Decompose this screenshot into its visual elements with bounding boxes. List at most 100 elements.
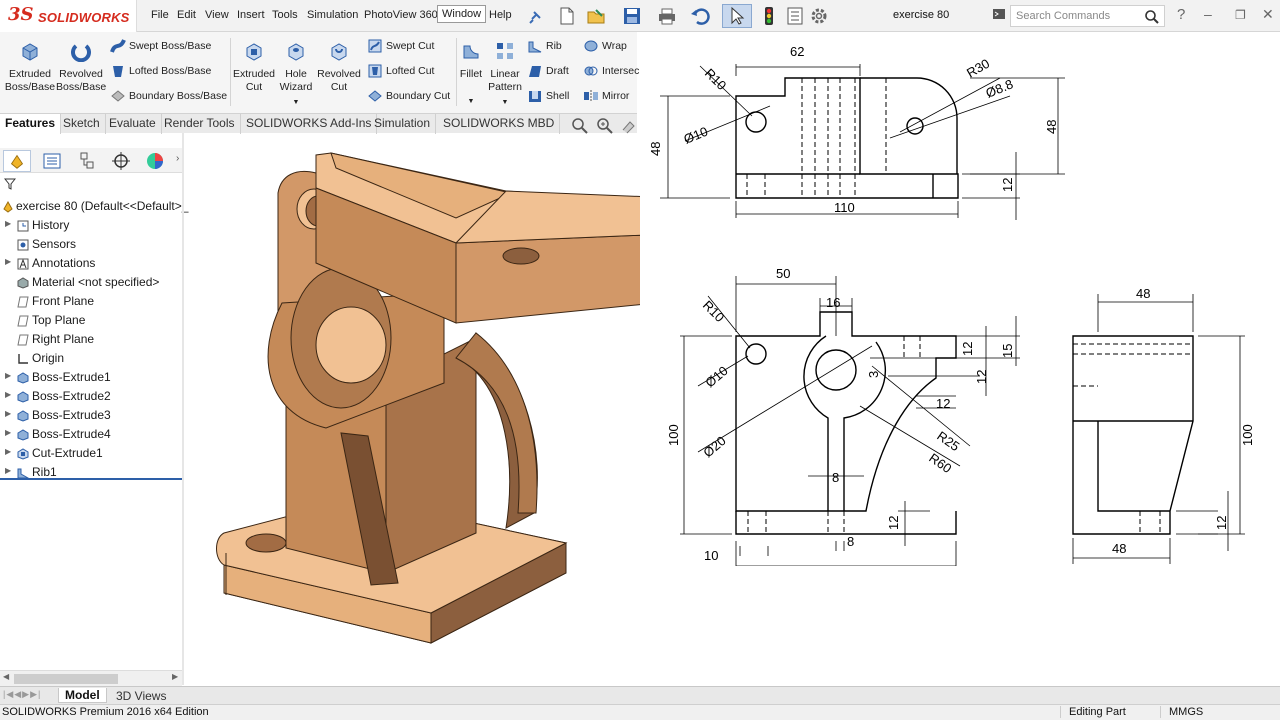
swept-cut-button[interactable]: Swept Cut [367,38,434,54]
extruded-cut-button[interactable]: Extruded Cut [233,40,275,94]
expand-caret-icon[interactable]: ▶ [5,371,11,380]
property-manager-tab-icon[interactable] [38,150,66,172]
tab-3d-views[interactable]: 3D Views [116,689,166,703]
tab-features[interactable]: Features [0,114,62,134]
close-icon[interactable]: ✕ [1262,6,1274,23]
intersect-button[interactable]: Intersec [583,63,639,79]
feature-manager-tab-icon[interactable] [3,150,31,172]
hole-wizard-button[interactable]: Hole Wizard ▼ [277,40,315,109]
zoom-to-fit-icon[interactable] [570,116,590,134]
tree-item-front-plane[interactable]: Front Plane [0,293,182,311]
sheet-nav-icon[interactable]: |◀◀▶▶| [3,689,41,700]
rollback-bar[interactable] [0,478,182,480]
tree-item-boss-extrude2[interactable]: ▶ Boss-Extrude2 [0,388,182,406]
tab-sketch[interactable]: Sketch [58,114,106,134]
tree-item-top-plane[interactable]: Top Plane [0,312,182,330]
tree-item-history[interactable]: ▶ History [0,217,182,235]
filter-icon[interactable] [4,178,16,190]
panel-splitter[interactable] [182,133,184,685]
tree-item-material[interactable]: Material <not specified> [0,274,182,292]
menu-window[interactable]: Window [437,5,487,23]
menu-insert[interactable]: Insert [237,9,265,21]
expand-caret-icon[interactable]: ▶ [5,409,11,418]
file-properties-icon[interactable] [784,6,806,26]
fillet-dropdown-icon[interactable]: ▼ [458,95,484,108]
linear-pattern-button[interactable]: Linear Pattern ▼ [486,40,524,109]
tree-item-boss-extrude4[interactable]: ▶ Boss-Extrude4 [0,426,182,444]
tab-evaluate[interactable]: Evaluate [104,114,162,134]
draft-button[interactable]: Draft [527,63,569,79]
rebuild-icon[interactable] [758,6,780,26]
menu-file[interactable]: File [151,9,169,21]
history-icon [17,220,29,232]
menu-help[interactable]: Help [489,9,512,21]
expand-caret-icon[interactable]: ▶ [5,390,11,399]
scroll-right-icon[interactable]: ▶ [172,672,178,681]
help-icon[interactable]: ? [1177,6,1185,23]
configuration-manager-tab-icon[interactable] [73,150,101,172]
part-3d-model[interactable] [216,152,697,644]
scroll-thumb[interactable] [14,674,118,684]
status-units[interactable]: MMGS [1160,706,1203,718]
extruded-boss-button[interactable]: Extruded Boss/Base [4,40,56,94]
shell-button[interactable]: Shell [527,88,569,104]
dimxpert-tab-icon[interactable] [107,150,135,172]
select-cursor-icon[interactable] [726,6,748,26]
tab-simulation[interactable]: Simulation [369,114,437,134]
menu-edit[interactable]: Edit [177,9,196,21]
fillet-button[interactable]: Fillet ▼ [458,40,484,108]
minimize-icon[interactable]: – [1204,6,1212,22]
revolved-boss-line2: Boss/Base [56,81,107,93]
menu-simulation[interactable]: Simulation [307,9,358,21]
restore-icon[interactable]: ❐ [1235,8,1246,22]
revolved-cut-button[interactable]: Revolved Cut [317,40,361,94]
tab-model[interactable]: Model [58,688,107,703]
menu-view[interactable]: View [205,9,229,21]
search-commands-input[interactable]: Search Commands [1010,5,1165,27]
hole-wizard-dropdown-icon[interactable]: ▼ [277,96,315,109]
tree-item-origin[interactable]: Origin [0,350,182,368]
lofted-cut-button[interactable]: Lofted Cut [367,63,434,79]
zoom-to-area-icon[interactable] [595,116,615,134]
display-manager-tab-icon[interactable] [141,150,169,172]
expand-caret-icon[interactable]: ▶ [5,466,11,475]
boundary-cut-button[interactable]: Boundary Cut [367,88,450,104]
expand-caret-icon[interactable]: ▶ [5,428,11,437]
tab-mbd[interactable]: SOLIDWORKS MBD [438,114,561,134]
print-icon[interactable] [656,6,678,26]
linear-pattern-dropdown-icon[interactable]: ▼ [486,96,524,109]
expand-caret-icon[interactable]: ▶ [5,447,11,456]
tab-addins[interactable]: SOLIDWORKS Add-Ins [241,114,378,134]
rib-button[interactable]: Rib [527,38,562,54]
tree-item-sensors[interactable]: Sensors [0,236,182,254]
tree-item-boss-extrude1[interactable]: ▶ Boss-Extrude1 [0,369,182,387]
tree-item-annotations[interactable]: ▶ Annotations [0,255,182,273]
save-icon[interactable] [621,6,643,26]
menu-photoview[interactable]: PhotoView 360 [364,9,438,21]
tree-item-cut-extrude1[interactable]: ▶ Cut-Extrude1 [0,445,182,463]
swept-boss-button[interactable]: Swept Boss/Base [110,38,211,54]
search-icon[interactable] [1144,9,1160,25]
expand-caret-icon[interactable]: ▶ [5,257,11,266]
tree-item-right-plane[interactable]: Right Plane [0,331,182,349]
options-gear-icon[interactable] [808,6,830,26]
previous-view-icon[interactable] [620,116,638,134]
revolved-boss-button[interactable]: Revolved Boss/Base [56,40,106,94]
tree-item-boss-extrude3[interactable]: ▶ Boss-Extrude3 [0,407,182,425]
horizontal-scrollbar[interactable]: ◀ ▶ [0,670,182,686]
panel-expand-icon[interactable]: › [176,153,179,164]
undo-icon[interactable] [689,6,711,26]
wrap-button[interactable]: Wrap [583,38,627,54]
open-folder-icon[interactable] [586,6,608,26]
lofted-boss-button[interactable]: Lofted Boss/Base [110,63,211,79]
expand-caret-icon[interactable]: ▶ [5,219,11,228]
tree-root[interactable]: exercise 80 (Default<<Default>_ [0,198,188,216]
boundary-boss-button[interactable]: Boundary Boss/Base [110,88,227,104]
tab-render-tools[interactable]: Render Tools [159,114,241,134]
new-document-icon[interactable] [556,6,578,26]
menu-tools[interactable]: Tools [272,9,298,21]
pin-icon[interactable] [524,6,546,26]
scroll-left-icon[interactable]: ◀ [3,672,9,681]
mirror-button[interactable]: Mirror [583,88,629,104]
solidworks-logo[interactable]: 3S SOLIDWORKS [0,0,137,32]
